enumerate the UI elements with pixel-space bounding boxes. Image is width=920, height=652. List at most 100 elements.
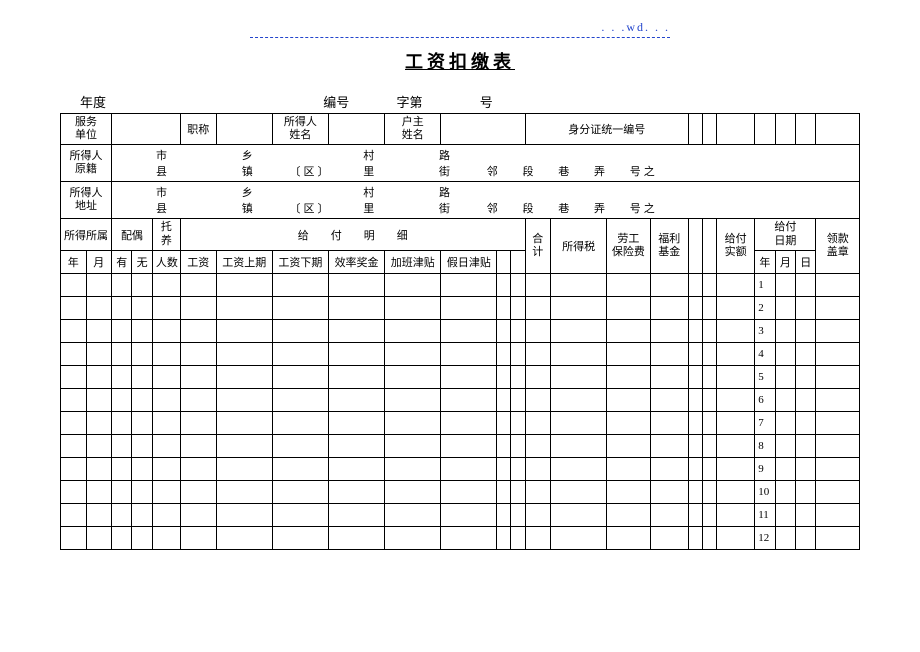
table-row: 1 — [61, 273, 860, 296]
id-box — [796, 114, 816, 145]
cell — [180, 503, 216, 526]
cell — [511, 388, 525, 411]
row-number: 6 — [755, 388, 775, 411]
cell — [816, 388, 860, 411]
cell — [796, 388, 816, 411]
cell — [385, 365, 441, 388]
cell — [272, 503, 328, 526]
cell — [180, 457, 216, 480]
cell — [441, 434, 497, 457]
hdr-pay-date: 给付 日期 — [755, 219, 816, 250]
cell — [328, 342, 384, 365]
cell — [112, 296, 132, 319]
table-row: 8 — [61, 434, 860, 457]
cell — [688, 319, 702, 342]
meta-hao-label: 号 — [480, 92, 520, 111]
cell — [216, 434, 272, 457]
cell — [816, 319, 860, 342]
hdr-none: 无 — [132, 250, 152, 273]
cell — [86, 388, 112, 411]
cell — [775, 365, 795, 388]
cell — [702, 503, 716, 526]
cell — [132, 434, 152, 457]
cell — [385, 411, 441, 434]
cell — [816, 434, 860, 457]
cell — [525, 296, 551, 319]
field-income-name — [328, 114, 384, 145]
id-box — [775, 114, 795, 145]
cell — [272, 480, 328, 503]
cell — [180, 296, 216, 319]
cell — [216, 319, 272, 342]
cell — [816, 273, 860, 296]
cell — [152, 365, 180, 388]
cell — [132, 273, 152, 296]
cell — [216, 365, 272, 388]
row-number: 4 — [755, 342, 775, 365]
table-row: 2 — [61, 296, 860, 319]
cell — [650, 296, 688, 319]
cell — [180, 411, 216, 434]
cell — [216, 526, 272, 549]
page-title: 工资扣缴表 — [60, 48, 860, 74]
cell — [525, 365, 551, 388]
cell — [775, 273, 795, 296]
cell — [272, 388, 328, 411]
cell — [272, 526, 328, 549]
cell — [551, 365, 607, 388]
cell — [272, 342, 328, 365]
cell — [497, 388, 511, 411]
cell — [607, 296, 650, 319]
cell — [61, 480, 87, 503]
cell — [775, 411, 795, 434]
cell — [716, 365, 754, 388]
cell — [86, 411, 112, 434]
table-row: 10 — [61, 480, 860, 503]
cell — [607, 319, 650, 342]
cell — [775, 342, 795, 365]
cell — [702, 457, 716, 480]
cell — [775, 480, 795, 503]
field-household-name — [441, 114, 525, 145]
cell — [702, 411, 716, 434]
cell — [716, 319, 754, 342]
cell — [702, 273, 716, 296]
hdr-salary-prev: 工资上期 — [216, 250, 272, 273]
cell — [152, 342, 180, 365]
meta-year-label: 年度 — [80, 92, 320, 111]
cell — [61, 342, 87, 365]
cell — [716, 457, 754, 480]
cell — [180, 342, 216, 365]
cell — [650, 526, 688, 549]
cell — [180, 388, 216, 411]
cell — [112, 457, 132, 480]
cell — [385, 296, 441, 319]
cell — [650, 365, 688, 388]
cell — [61, 503, 87, 526]
cell — [775, 457, 795, 480]
cell — [688, 457, 702, 480]
cell — [796, 273, 816, 296]
cell — [525, 480, 551, 503]
hdr-overtime: 加班津贴 — [385, 250, 441, 273]
hdr-blank2 — [702, 219, 716, 273]
cell — [650, 388, 688, 411]
cell — [441, 388, 497, 411]
cell — [796, 342, 816, 365]
row-number: 5 — [755, 365, 775, 388]
hdr-support: 托养 — [152, 219, 180, 250]
cell — [385, 434, 441, 457]
cell — [650, 434, 688, 457]
cell — [328, 388, 384, 411]
cell — [385, 342, 441, 365]
cell — [702, 296, 716, 319]
cell — [511, 411, 525, 434]
cell — [650, 457, 688, 480]
field-service-unit — [112, 114, 181, 145]
cell — [180, 319, 216, 342]
cell — [688, 296, 702, 319]
cell — [775, 319, 795, 342]
cell — [716, 296, 754, 319]
cell — [86, 342, 112, 365]
cell — [525, 411, 551, 434]
